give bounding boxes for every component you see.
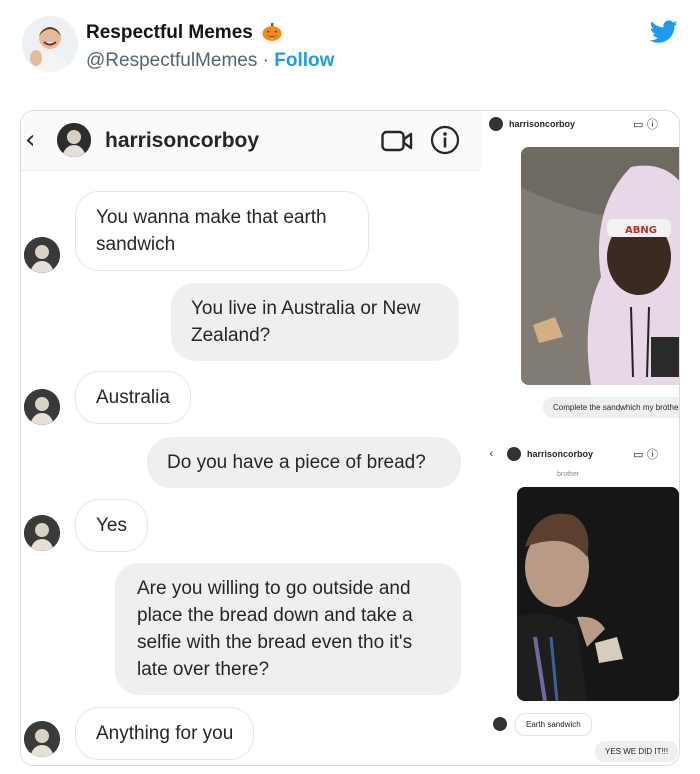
message-bubble-received: Yes <box>75 499 148 552</box>
message-bubble-received: Anything for you <box>75 707 255 760</box>
twitter-bird-icon[interactable] <box>650 20 678 44</box>
message-bubble-sent: Are you willing to go outside and place … <box>115 563 461 695</box>
side-call-info-icons: ▭ ⓘ <box>633 448 658 461</box>
side-header-2: ‹ harrisoncorboy ▭ ⓘ <box>481 441 679 467</box>
follow-button[interactable]: Follow <box>274 50 334 71</box>
display-name[interactable]: Respectful Memes <box>86 22 282 44</box>
sender-avatar <box>24 721 60 757</box>
side-username: harrisoncorboy <box>509 119 576 129</box>
handle[interactable]: @RespectfulMemes <box>86 50 257 71</box>
side-header-1: harrisoncorboy ▭ ⓘ <box>481 111 679 137</box>
separator: · <box>257 50 275 71</box>
sender-avatar <box>24 237 60 273</box>
pumpkin-icon <box>262 23 282 41</box>
chat-header: ‹ harrisoncorboy <box>21 111 481 171</box>
back-arrow-icon[interactable]: ‹ <box>25 125 35 155</box>
video-call-icon[interactable] <box>381 129 413 153</box>
selfie-photo-night <box>517 487 679 701</box>
selfie-photo-hoodie: ABNG <box>521 147 679 385</box>
side-avatar <box>507 447 521 461</box>
side-partial-text: brother <box>557 471 580 478</box>
profile-avatar[interactable] <box>22 16 78 72</box>
side-avatar <box>493 717 507 731</box>
message-bubble-received: Australia <box>75 371 191 424</box>
headband-text: ABNG <box>625 225 657 236</box>
info-icon[interactable] <box>430 125 460 155</box>
message-bubble-sent: You live in Australia or New Zealand? <box>171 283 459 361</box>
side-caption-bubble: Complete the sandwhich my brother <box>543 397 679 418</box>
side-avatar <box>489 117 503 131</box>
message-bubble-received: You wanna make that earth sandwich <box>75 191 369 271</box>
side-username: harrisoncorboy <box>527 449 594 459</box>
side-screenshots: harrisoncorboy ▭ ⓘ ABNG Complete the san… <box>481 111 679 765</box>
message-bubble-sent: Do you have a piece of bread? <box>147 437 461 488</box>
sender-avatar <box>24 389 60 425</box>
tweet-header: Respectful Memes @RespectfulMemes · Foll… <box>0 0 700 100</box>
side-reply-bubble: YES WE DID IT!!! <box>595 741 679 762</box>
chat-username[interactable]: harrisoncorboy <box>105 129 259 153</box>
chat-avatar <box>57 123 91 157</box>
handle-row: @RespectfulMemes · Follow <box>86 50 334 72</box>
dm-screenshot: ‹ harrisoncorboy You wanna make that ear… <box>21 111 481 765</box>
sender-avatar <box>24 515 60 551</box>
side-caption-bubble: Earth sandwich <box>515 713 592 736</box>
tweet-media[interactable]: ‹ harrisoncorboy You wanna make that ear… <box>20 110 680 766</box>
side-back-icon: ‹ <box>489 447 494 460</box>
side-call-info-icons: ▭ ⓘ <box>633 118 658 131</box>
